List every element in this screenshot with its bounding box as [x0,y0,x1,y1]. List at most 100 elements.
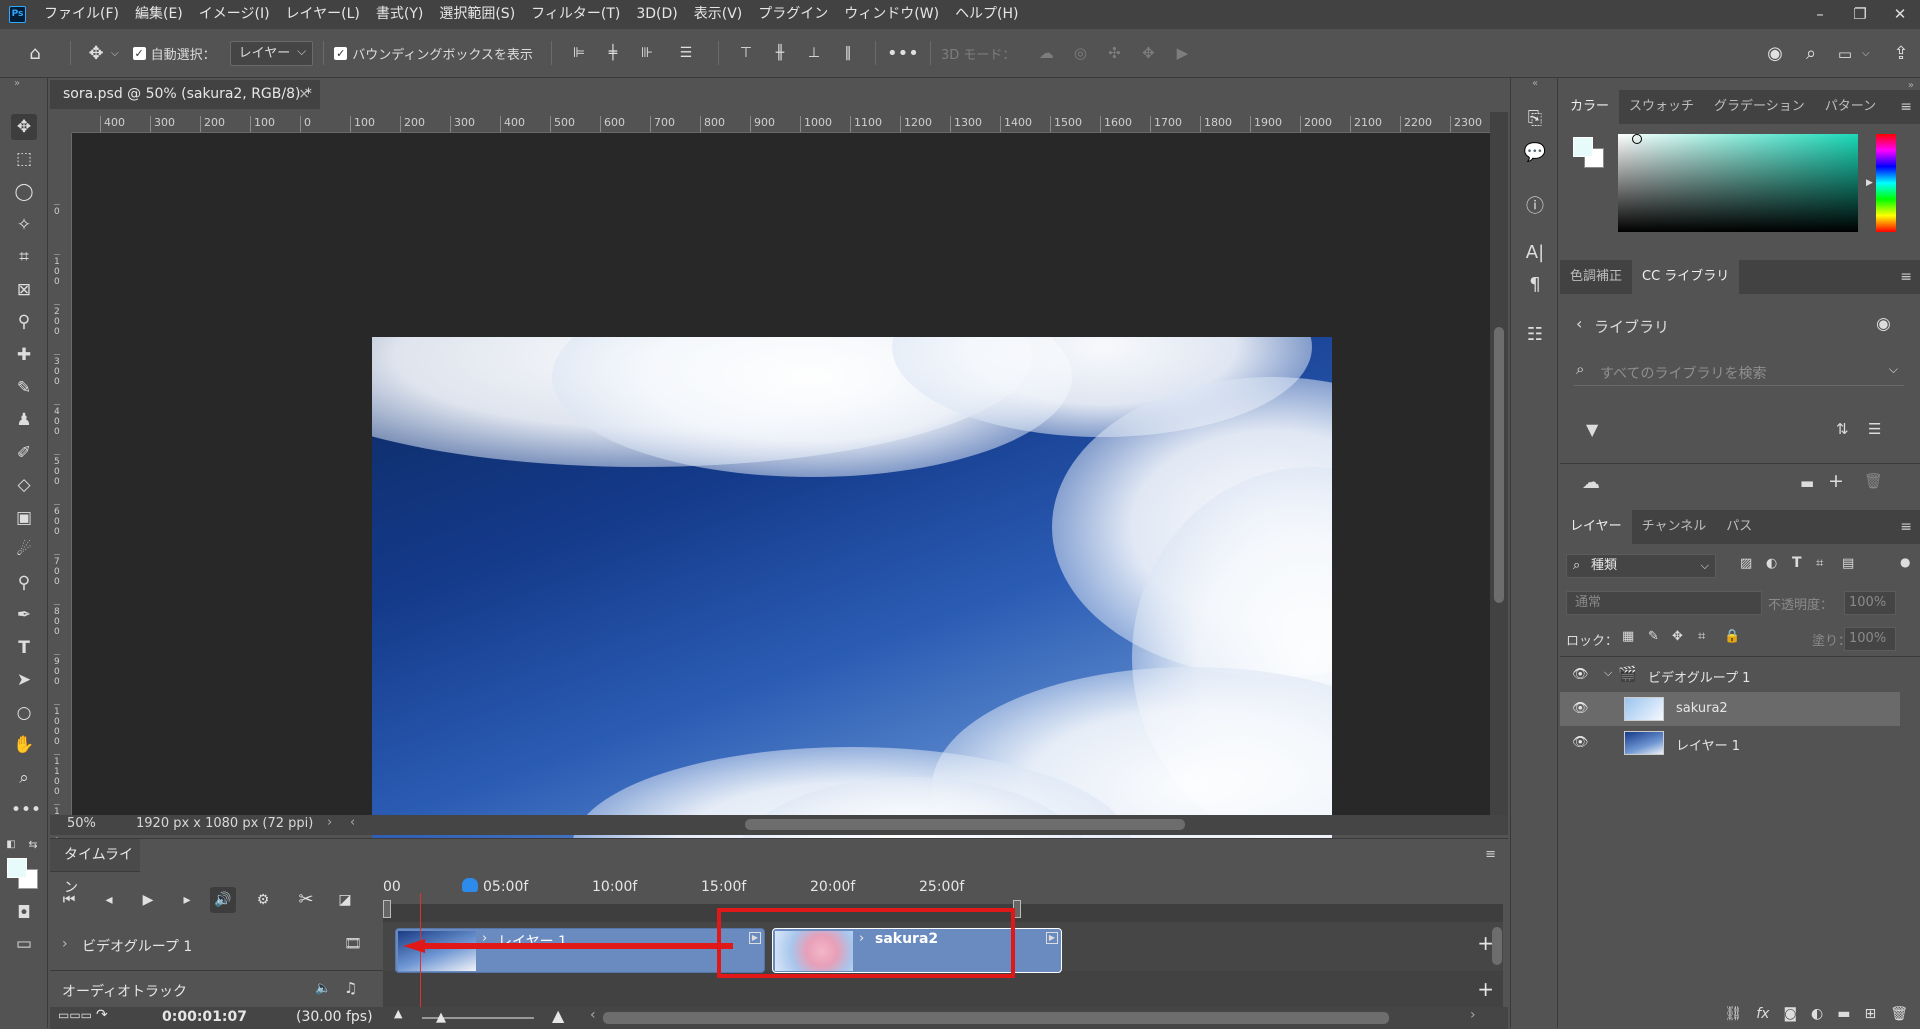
comments-icon[interactable]: 💬 [1523,142,1547,163]
timeline-scroll-right-icon[interactable]: › [1470,1007,1476,1023]
timeline-vscroll-thumb[interactable] [1492,927,1502,965]
zoom-slider-thumb[interactable]: ▲ [436,1010,446,1025]
cloud-icon[interactable]: ☁ [1582,472,1600,493]
close-tab-icon[interactable]: × [298,80,310,109]
vertical-scroll-thumb[interactable] [1494,327,1504,603]
horizontal-scroll-thumb[interactable] [745,819,1185,830]
zoom-in-mountain-icon[interactable]: ▲ [552,1006,564,1025]
layer-mask-icon[interactable]: ◙ [1783,1006,1797,1022]
panel-collapse-icon[interactable]: » [4,78,30,90]
zoom-out-mountain-icon[interactable]: ▲ [394,1007,402,1020]
layer-row-video-group[interactable]: 👁 ⌵ 🎬 ビデオグループ 1 [1560,658,1900,692]
group-expand-chevron-icon[interactable]: ⌵ [1604,666,1612,680]
workspace-chevron-icon[interactable]: ⌵ [1862,48,1882,59]
marquee-tool-icon[interactable]: ⬚ [11,146,37,172]
type-tool-icon[interactable]: T [11,635,37,661]
zoom-tool-icon[interactable]: ⌕ [11,765,37,791]
next-frame-icon[interactable]: ▸ [174,887,200,913]
swap-colors-icon[interactable]: ⇆ [26,832,40,858]
move-tool-icon[interactable]: ✥ [11,114,37,140]
transition-icon[interactable]: ◪ [332,887,358,913]
tab-adjustments[interactable]: 色調補正 [1560,260,1632,294]
document-tab[interactable]: sora.psd @ 50% (sakura2, RGB/8) * × [50,80,320,109]
scroll-left-icon[interactable]: ‹ [350,815,355,830]
trash-icon[interactable]: 🗑 [1864,472,1883,490]
fill-value[interactable]: 100% [1844,627,1896,651]
history-brush-icon[interactable]: ✐ [11,440,37,466]
visibility-eye-icon[interactable]: 👁 [1572,735,1589,750]
minimize-icon[interactable]: – [1800,0,1840,29]
folder-icon[interactable]: ▬ [1800,474,1814,492]
back-chevron-icon[interactable]: ‹ [1576,314,1582,333]
lock-transparent-icon[interactable]: ▦ [1622,629,1634,644]
align-center-icon[interactable]: ╪ [596,45,630,61]
menu-plugins[interactable]: プラグイン [750,0,836,29]
previous-frame-icon[interactable]: ◂ [96,887,122,913]
add-user-icon[interactable]: ◉ [1876,314,1891,334]
menu-edit[interactable]: 編集(E) [127,0,191,29]
share-user-icon[interactable]: ◉ [1756,43,1794,64]
clip-end-icon[interactable]: ▶ [1046,932,1058,944]
layer-row-layer1[interactable]: 👁 レイヤー 1 [1560,726,1900,760]
eraser-tool-icon[interactable]: ◇ [11,472,37,498]
filter-toggle-icon[interactable]: ● [1900,555,1910,569]
library-dropdown-icon[interactable]: ⌵ [1889,362,1898,377]
menu-type[interactable]: 書式(Y) [368,0,431,29]
blend-mode-dropdown[interactable]: 通常 [1566,591,1762,615]
stamp-tool-icon[interactable]: ♟ [11,407,37,433]
search-icon[interactable]: ⌕ [1794,43,1828,64]
link-layers-icon[interactable]: ⛓ [1724,1006,1742,1022]
gradient-tool-icon[interactable]: ▣ [11,505,37,531]
new-layer-icon[interactable]: ⊞ [1864,1006,1876,1022]
tab-layers[interactable]: レイヤー [1560,510,1632,544]
color-picker-cursor[interactable] [1632,134,1642,144]
bounding-box-checkbox[interactable]: ✓ [334,46,348,60]
hue-slider-marker[interactable]: ▶ [1866,178,1873,188]
color-panel-menu-icon[interactable]: ≡ [1900,90,1912,124]
add-element-icon[interactable]: + [1828,470,1844,492]
path-select-icon[interactable]: ➤ [11,667,37,693]
align-top-icon[interactable]: ⊤ [729,45,763,61]
add-audio-button[interactable]: + [1477,977,1494,1001]
tab-swatches[interactable]: スウォッチ [1619,90,1704,124]
delete-layer-icon[interactable]: 🗑 [1890,1006,1908,1022]
more-options-icon[interactable]: ••• [886,43,920,64]
more-tools-icon[interactable]: ••• [11,797,41,823]
expand-chevron-icon[interactable]: › [62,936,68,952]
opacity-value[interactable]: 100% [1844,591,1896,615]
align-bottom-icon[interactable]: ⊥ [797,45,831,61]
align-right-icon[interactable]: ⊪ [630,45,664,61]
color-picker-field[interactable] [1618,134,1858,232]
playhead-handle[interactable] [462,878,478,892]
audio-track-header[interactable]: オーディオトラック 🔈 ♫ [50,971,383,1007]
adjustment-layer-icon[interactable]: ◐ [1811,1006,1823,1022]
shape-tool-icon[interactable]: ○ [11,700,37,726]
export-icon[interactable]: ⇪ [1882,43,1920,64]
auto-select-target-dropdown[interactable]: レイヤー [229,40,314,66]
eyedropper-tool-icon[interactable]: ⚲ [11,309,37,335]
properties-icon[interactable]: ☷ [1523,324,1547,345]
audio-volume-icon[interactable]: 🔈 [315,981,331,996]
restore-icon[interactable]: ❐ [1840,0,1880,29]
timeline-scroll-left-icon[interactable]: ‹ [590,1007,596,1023]
default-colors-icon[interactable]: ◧ [4,832,18,858]
layer-effects-icon[interactable]: fx [1756,1006,1769,1022]
filter-type-icon[interactable]: T [1792,555,1802,571]
visibility-eye-icon[interactable]: 👁 [1572,667,1589,682]
lock-artboard-icon[interactable]: ⌗ [1698,629,1705,644]
paragraph-icon[interactable]: ¶ [1523,274,1547,295]
canvas-area[interactable] [72,133,1490,877]
tab-patterns[interactable]: パターン [1815,90,1886,124]
character-icon[interactable]: A| [1523,242,1547,263]
screen-mode-icon[interactable]: ▭ [11,931,37,957]
tab-channels[interactable]: チャンネル [1632,510,1717,544]
home-icon[interactable]: ⌂ [0,43,70,64]
layer-kind-filter[interactable]: ⌕ 種類 ⌵ [1566,554,1716,578]
close-window-icon[interactable]: ✕ [1880,0,1920,29]
lock-image-icon[interactable]: ✎ [1648,629,1659,644]
crop-tool-icon[interactable]: ⌗ [11,244,37,270]
timeline-hscroll-thumb[interactable] [603,1012,1389,1024]
status-chevron-icon[interactable]: › [327,815,332,830]
blur-tool-icon[interactable]: ☄ [11,537,37,563]
magic-wand-tool-icon[interactable]: ✧ [11,212,37,238]
